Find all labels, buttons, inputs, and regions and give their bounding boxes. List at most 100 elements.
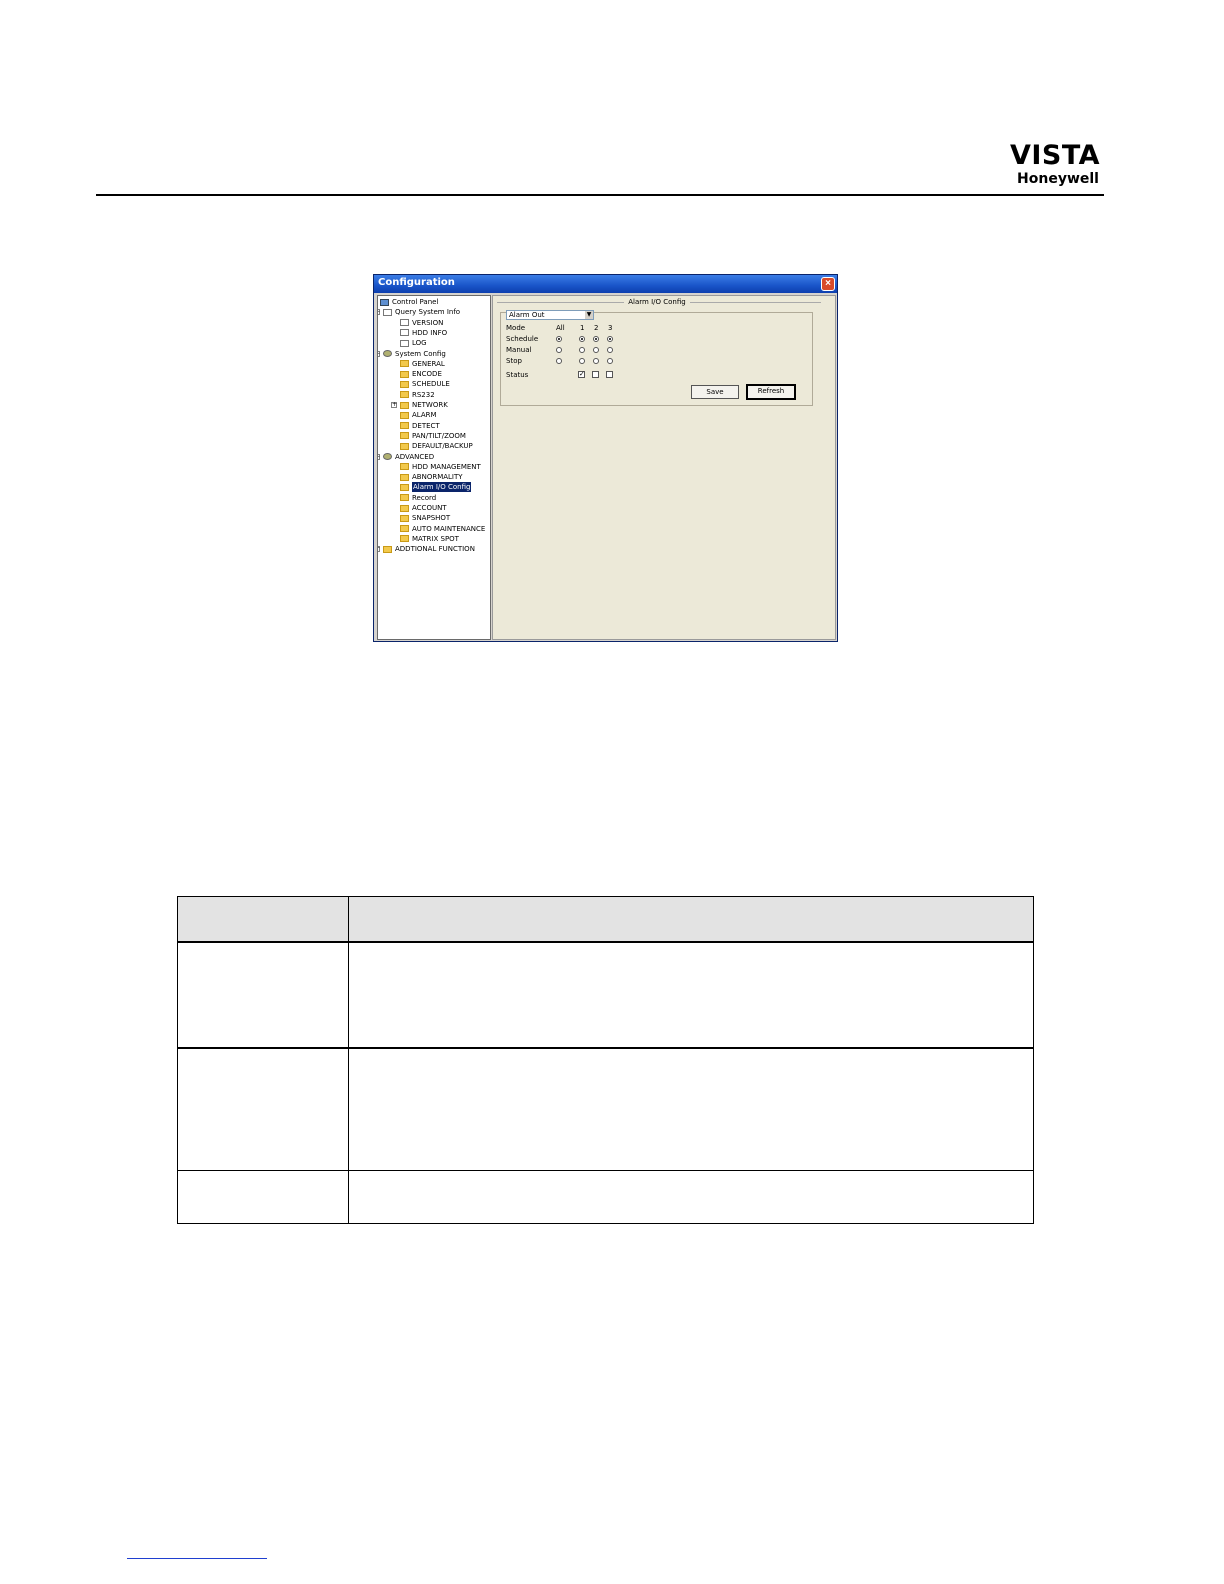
tree-item-label: ALARM bbox=[412, 411, 437, 420]
alarm-type-value: Alarm Out bbox=[509, 311, 545, 319]
tree-item-label: SNAPSHOT bbox=[412, 514, 451, 523]
panel-icon bbox=[380, 298, 389, 306]
table-row-divider bbox=[178, 1047, 1033, 1049]
collapse-icon[interactable]: − bbox=[378, 453, 380, 460]
mode-radio[interactable] bbox=[556, 358, 562, 364]
brand-name: VISTA bbox=[1009, 140, 1101, 171]
folder-icon bbox=[400, 535, 409, 543]
tree-item[interactable]: + ADDTIONAL FUNCTION bbox=[378, 544, 475, 554]
alarm-type-dropdown[interactable]: Alarm Out ▼ bbox=[506, 310, 594, 320]
honeywell-vista-logo: VISTA Honeywell bbox=[1005, 140, 1105, 188]
tree-item[interactable]: ABNORMALITY bbox=[400, 472, 463, 482]
tree-item[interactable]: ENCODE bbox=[400, 369, 442, 379]
tree-item[interactable]: HDD MANAGEMENT bbox=[400, 462, 481, 472]
tree-item-label: SCHEDULE bbox=[412, 380, 450, 389]
tree-item-label: VERSION bbox=[412, 318, 444, 327]
tree-item-label: ABNORMALITY bbox=[412, 473, 463, 482]
folder-icon bbox=[400, 370, 409, 378]
mode-radio[interactable] bbox=[579, 347, 585, 353]
panel-title: Alarm I/O Config bbox=[624, 298, 690, 306]
configuration-window: Configuration × Control Panel − Query Syst… bbox=[373, 274, 838, 642]
navigation-tree: Control Panel−Query System InfoVERSIONHD… bbox=[377, 295, 491, 640]
mode-radio[interactable] bbox=[607, 358, 613, 364]
folder-icon bbox=[400, 401, 409, 409]
tree-item[interactable]: SCHEDULE bbox=[400, 379, 450, 389]
tree-item[interactable]: Control Panel bbox=[380, 297, 438, 307]
tree-item[interactable]: Record bbox=[400, 493, 436, 503]
folder-icon bbox=[400, 514, 409, 522]
expand-icon[interactable]: + bbox=[391, 402, 397, 408]
tree-item-label: ADDTIONAL FUNCTION bbox=[395, 545, 475, 554]
tree-item-label: Query System Info bbox=[395, 308, 461, 317]
tree-item[interactable]: ACCOUNT bbox=[400, 503, 447, 513]
refresh-button[interactable]: Refresh bbox=[746, 384, 796, 400]
tree-item[interactable]: RS232 bbox=[400, 390, 435, 400]
save-button[interactable]: Save bbox=[691, 385, 739, 399]
tree-item-label: Record bbox=[412, 493, 437, 502]
tree-item[interactable]: SNAPSHOT bbox=[400, 513, 450, 523]
status-checkbox[interactable]: ✓ bbox=[578, 371, 585, 378]
folder-icon bbox=[400, 504, 409, 512]
tree-item[interactable]: HDD INFO bbox=[400, 328, 447, 338]
tree-item-label: DEFAULT/BACKUP bbox=[412, 442, 473, 451]
close-icon[interactable]: × bbox=[821, 277, 835, 291]
folder-icon bbox=[400, 442, 409, 450]
tree-item[interactable]: − Query System Info bbox=[378, 307, 461, 317]
footer-link-underline[interactable] bbox=[127, 1558, 267, 1559]
folder-icon bbox=[400, 494, 409, 502]
folder-icon bbox=[400, 391, 409, 399]
mode-radio[interactable] bbox=[593, 336, 599, 342]
company-name: Honeywell bbox=[1017, 171, 1099, 187]
folder-icon bbox=[400, 525, 409, 533]
table-column-divider bbox=[348, 897, 349, 1223]
tree-item[interactable]: + NETWORK bbox=[391, 400, 448, 410]
tree-item[interactable]: Alarm I/O Config bbox=[400, 482, 472, 493]
mode-radio[interactable] bbox=[556, 336, 562, 342]
schedule-label: Schedule bbox=[506, 335, 539, 343]
stop-label: Stop bbox=[506, 357, 522, 365]
alarm-io-config-panel: Alarm I/O Config Alarm Out ▼ Mode All 1 … bbox=[492, 295, 836, 640]
mode-radio[interactable] bbox=[556, 347, 562, 353]
collapse-icon[interactable]: − bbox=[378, 350, 380, 357]
tree-item-label: ENCODE bbox=[412, 370, 442, 379]
folder-icon bbox=[400, 422, 409, 430]
window-titlebar: Configuration × bbox=[374, 275, 837, 293]
status-checkbox[interactable] bbox=[606, 371, 613, 378]
expand-icon[interactable]: + bbox=[378, 546, 380, 553]
chevron-down-icon[interactable]: ▼ bbox=[585, 311, 593, 319]
tree-item-label: MATRIX SPOT bbox=[412, 534, 459, 543]
tree-item[interactable]: − ADVANCED bbox=[378, 452, 434, 462]
mode-radio[interactable] bbox=[607, 347, 613, 353]
tree-item[interactable]: PAN/TILT/ZOOM bbox=[400, 431, 466, 441]
column-3: 3 bbox=[608, 324, 613, 332]
tree-item[interactable]: − System Config bbox=[378, 349, 446, 359]
tree-item-label: Alarm I/O Config bbox=[412, 482, 472, 493]
tree-item-label: AUTO MAINTENANCE bbox=[412, 524, 486, 533]
tree-item[interactable]: DEFAULT/BACKUP bbox=[400, 441, 473, 451]
tree-item[interactable]: AUTO MAINTENANCE bbox=[400, 524, 485, 534]
tree-item[interactable]: DETECT bbox=[400, 421, 440, 431]
status-checkbox[interactable] bbox=[592, 371, 599, 378]
mode-radio[interactable] bbox=[593, 358, 599, 364]
parameter-table bbox=[177, 896, 1034, 1224]
tree-item-label: GENERAL bbox=[412, 359, 445, 368]
doc-icon bbox=[400, 319, 409, 327]
tree-item[interactable]: VERSION bbox=[400, 318, 443, 328]
gear-icon bbox=[383, 350, 392, 357]
mode-radio[interactable] bbox=[579, 358, 585, 364]
column-1: 1 bbox=[580, 324, 585, 332]
mode-radio[interactable] bbox=[579, 336, 585, 342]
mode-radio[interactable] bbox=[607, 336, 613, 342]
doc-icon bbox=[383, 308, 392, 316]
tree-item[interactable]: LOG bbox=[400, 338, 427, 348]
header-divider bbox=[96, 194, 1104, 196]
tree-item[interactable]: MATRIX SPOT bbox=[400, 534, 459, 544]
folder-icon bbox=[383, 545, 392, 553]
collapse-icon[interactable]: − bbox=[378, 309, 380, 316]
tree-item-label: LOG bbox=[412, 339, 427, 348]
mode-radio[interactable] bbox=[593, 347, 599, 353]
tree-item-label: System Config bbox=[395, 349, 446, 358]
doc-icon bbox=[400, 339, 409, 347]
tree-item[interactable]: GENERAL bbox=[400, 359, 445, 369]
tree-item[interactable]: ALARM bbox=[400, 410, 437, 420]
